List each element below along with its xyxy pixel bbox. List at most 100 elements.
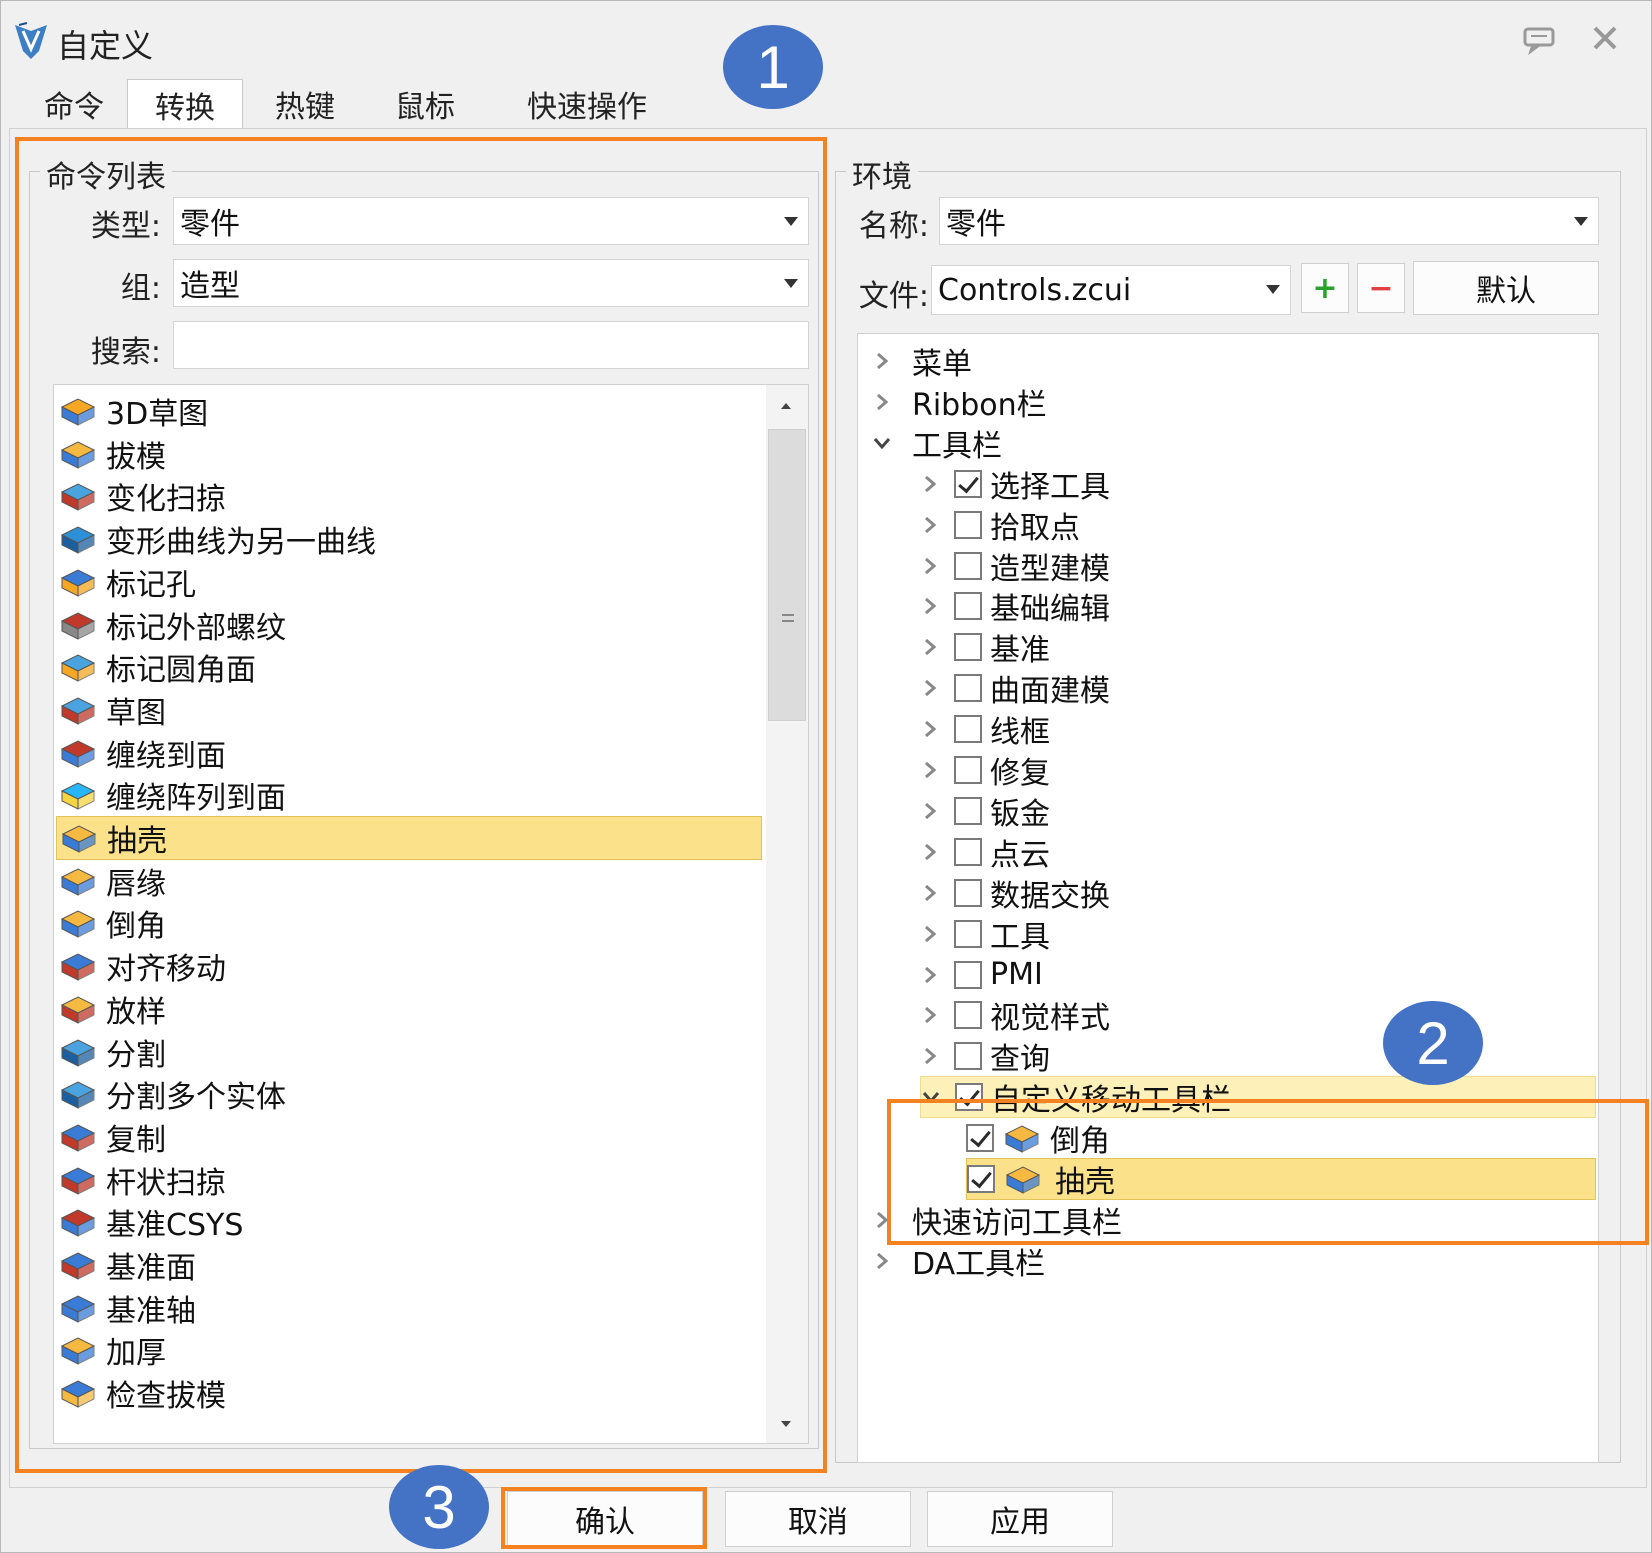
tree-node[interactable]: 选择工具 xyxy=(920,463,1110,505)
chevron-right-icon[interactable] xyxy=(920,760,940,780)
tree-node-label: 菜单 xyxy=(912,347,972,382)
chevron-right-icon[interactable] xyxy=(920,801,940,821)
file-dropdown[interactable]: Controls.zcui xyxy=(931,265,1291,315)
tree-node-label: 点云 xyxy=(990,837,1050,873)
annotation-badge-3: 3 xyxy=(389,1465,489,1549)
customize-dialog: 自定义 命令 转换 热键 鼠标 快速操作 命令列表 类型: 零件 组: 造型 搜… xyxy=(0,0,1652,1553)
tree-node[interactable]: 数据交换 xyxy=(920,872,1110,914)
tree-node[interactable]: 拾取点 xyxy=(920,504,1080,546)
tree-node[interactable]: 曲面建模 xyxy=(920,667,1110,709)
cancel-button[interactable]: 取消 xyxy=(725,1491,911,1547)
tab-convert[interactable]: 转换 xyxy=(127,79,243,129)
tree-node-label: 工具 xyxy=(990,919,1050,955)
chevron-right-icon[interactable] xyxy=(920,474,940,494)
tree-node-checkbox[interactable] xyxy=(954,837,982,866)
close-icon[interactable] xyxy=(1587,23,1623,55)
tree-node-label: 基准 xyxy=(990,633,1050,669)
tree-node[interactable]: 基础编辑 xyxy=(920,585,1110,627)
tree-node[interactable]: 视觉样式 xyxy=(920,994,1110,1036)
name-dropdown[interactable]: 零件 xyxy=(939,197,1599,245)
tree-node[interactable]: DA工具栏 xyxy=(872,1240,1045,1282)
tree-node-label: 视觉样式 xyxy=(990,1001,1110,1037)
chevron-right-icon[interactable] xyxy=(920,678,940,698)
tree-node[interactable]: 线框 xyxy=(920,708,1050,750)
chevron-right-icon[interactable] xyxy=(872,351,892,371)
chevron-down-icon[interactable] xyxy=(872,433,892,453)
tree-node[interactable]: 工具栏 xyxy=(872,422,1002,464)
tree-node-checkbox[interactable] xyxy=(954,756,982,784)
name-label: 名称: xyxy=(858,209,929,244)
tree-node-checkbox[interactable] xyxy=(954,592,982,621)
tree-node-checkbox[interactable] xyxy=(954,510,982,539)
chevron-right-icon[interactable] xyxy=(920,515,940,535)
tree-node-checkbox[interactable] xyxy=(954,878,982,907)
chevron-right-icon[interactable] xyxy=(920,719,940,739)
annotation-badge-2: 2 xyxy=(1383,1001,1483,1085)
annotation-box-custom-toolbar xyxy=(887,1099,1649,1245)
tab-quick-actions[interactable]: 快速操作 xyxy=(507,79,667,129)
chevron-right-icon[interactable] xyxy=(920,883,940,903)
chevron-right-icon[interactable] xyxy=(920,924,940,944)
chevron-down-icon xyxy=(1574,217,1588,226)
file-label: 文件: xyxy=(858,279,929,314)
tree-node[interactable]: 查询 xyxy=(920,1035,1050,1077)
remove-file-button[interactable]: − xyxy=(1357,263,1405,313)
tree-node[interactable]: 修复 xyxy=(920,749,1050,791)
tree-node-checkbox[interactable] xyxy=(954,919,982,948)
tab-hotkeys[interactable]: 热键 xyxy=(251,79,359,129)
annotation-box-command-list xyxy=(15,137,827,1473)
minus-icon: − xyxy=(1368,270,1394,306)
tab-commands[interactable]: 命令 xyxy=(21,79,127,129)
tree-node[interactable]: 点云 xyxy=(920,831,1050,873)
tree-node-checkbox[interactable] xyxy=(954,796,982,825)
tree-node-checkbox[interactable] xyxy=(954,1001,982,1030)
chevron-right-icon[interactable] xyxy=(920,965,940,985)
apply-button[interactable]: 应用 xyxy=(927,1491,1113,1547)
title-bar: 自定义 xyxy=(1,1,1652,79)
window-title: 自定义 xyxy=(57,27,154,65)
tree-node[interactable]: PMI xyxy=(920,954,1043,996)
tree-node[interactable]: Ribbon栏 xyxy=(872,381,1047,423)
chevron-right-icon[interactable] xyxy=(920,1046,940,1066)
tree-node-label: 选择工具 xyxy=(990,469,1110,505)
file-value: Controls.zcui xyxy=(938,272,1132,308)
tab-mouse[interactable]: 鼠标 xyxy=(371,79,479,129)
plus-icon: + xyxy=(1312,270,1338,306)
tree-node-label: 工具栏 xyxy=(912,428,1002,464)
tree-node-checkbox[interactable] xyxy=(954,674,982,703)
tree-node-label: 基础编辑 xyxy=(990,592,1110,628)
tree-node[interactable]: 基准 xyxy=(920,626,1050,668)
tree-node-checkbox[interactable] xyxy=(954,960,982,989)
chevron-right-icon[interactable] xyxy=(920,842,940,862)
tree-node-label: DA工具栏 xyxy=(912,1246,1046,1282)
name-value: 零件 xyxy=(946,207,1006,242)
tree-node-label: 造型建模 xyxy=(990,551,1110,587)
chevron-right-icon[interactable] xyxy=(920,556,940,576)
tree-node[interactable]: 钣金 xyxy=(920,790,1050,832)
tree-node[interactable]: 造型建模 xyxy=(920,545,1110,587)
app-logo-icon xyxy=(15,22,47,59)
toolbar-tree: 菜单 Ribbon栏 工具栏选择工具拾取点造型建模基础编辑基准 曲面建模 线框 修复 钣金点… xyxy=(857,333,1599,1463)
tree-node-checkbox[interactable] xyxy=(954,633,982,662)
chevron-right-icon[interactable] xyxy=(920,1005,940,1025)
chevron-right-icon[interactable] xyxy=(920,637,940,657)
add-file-button[interactable]: + xyxy=(1301,263,1349,313)
tree-node[interactable]: 工具 xyxy=(920,913,1050,955)
tree-node-checkbox[interactable] xyxy=(954,551,982,580)
feedback-icon[interactable] xyxy=(1521,23,1557,55)
tree-node-checkbox[interactable] xyxy=(954,1042,982,1071)
tree-node-checkbox[interactable] xyxy=(954,469,982,498)
tree-node[interactable]: 菜单 xyxy=(872,340,972,382)
chevron-down-icon xyxy=(1266,285,1280,294)
environment-title: 环境 xyxy=(846,152,918,196)
default-button[interactable]: 默认 xyxy=(1413,261,1599,315)
chevron-right-icon[interactable] xyxy=(872,1251,892,1271)
chevron-right-icon[interactable] xyxy=(872,392,892,412)
chevron-right-icon[interactable] xyxy=(920,596,940,616)
tree-node-checkbox[interactable] xyxy=(954,715,982,744)
tree-node-label: PMI xyxy=(990,957,1043,992)
annotation-badge-1: 1 xyxy=(723,25,823,109)
tree-node-label: 拾取点 xyxy=(990,510,1080,546)
tree-node-label: 查询 xyxy=(990,1042,1050,1078)
tree-node-label: Ribbon栏 xyxy=(912,387,1047,423)
